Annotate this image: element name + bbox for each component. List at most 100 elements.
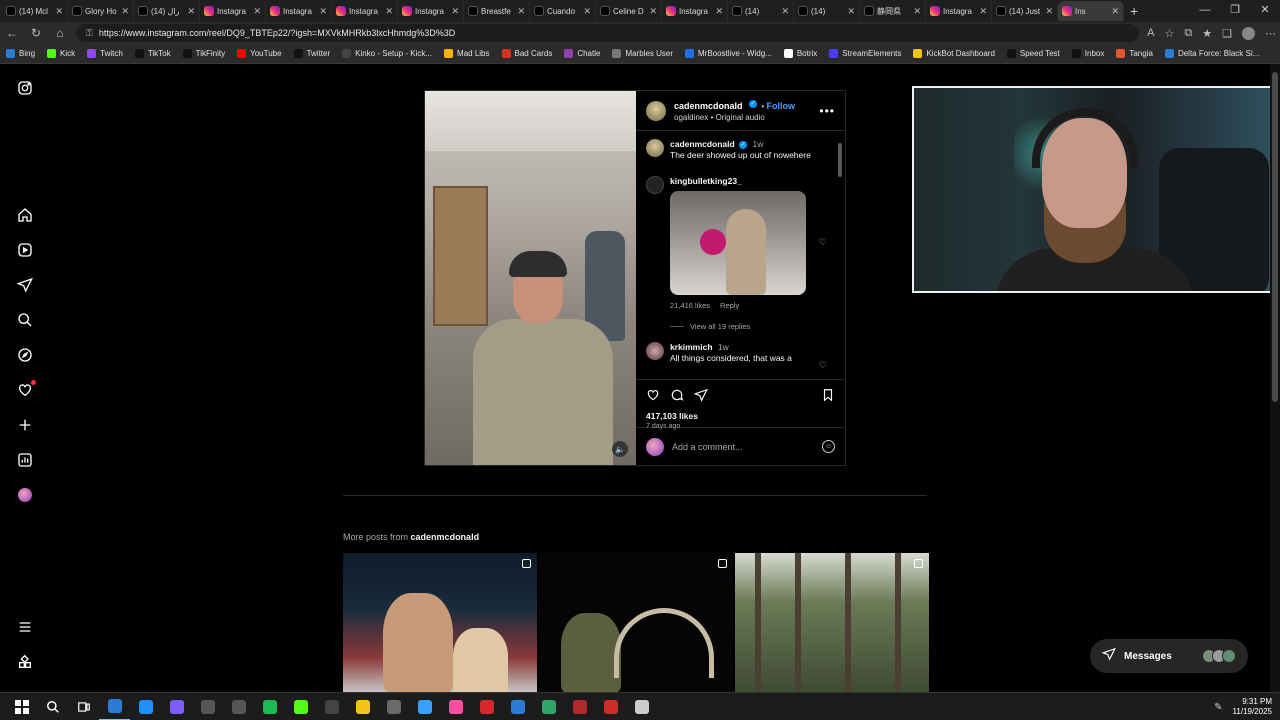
browser-tab[interactable]: 静岡県 ✕ (860, 1, 926, 21)
taskbar-app-icon[interactable] (595, 693, 626, 720)
bookmark-item[interactable]: Marbles User (612, 49, 673, 58)
post-thumbnail[interactable] (735, 553, 929, 693)
browser-tab[interactable]: (14) رال ✕ (134, 1, 200, 21)
bookmark-item[interactable]: Twitter (293, 49, 330, 58)
home-icon[interactable]: ⌂ (52, 26, 68, 40)
reload-icon[interactable]: ↻ (28, 26, 44, 40)
back-arrow-icon[interactable]: ← (4, 26, 20, 40)
pen-icon[interactable]: ✎ (1214, 702, 1222, 713)
browser-tab[interactable]: (14) ✕ (728, 1, 794, 21)
caption-author[interactable]: cadenmcdonald (670, 139, 735, 149)
taskbar-app-icon[interactable] (347, 693, 378, 720)
bookmark-item[interactable]: Mad Libs (444, 49, 490, 58)
browser-tab[interactable]: Instagra ✕ (266, 1, 332, 21)
close-tab-icon[interactable]: ✕ (1045, 6, 1053, 17)
taskbar-app-icon[interactable] (440, 693, 471, 720)
browser-tab[interactable]: Instagra ✕ (200, 1, 266, 21)
close-tab-icon[interactable]: ✕ (913, 6, 921, 17)
follow-button[interactable]: Follow (766, 101, 795, 111)
comment-reply-button[interactable]: Reply (720, 301, 739, 310)
browser-tab[interactable]: Breastfe ✕ (464, 1, 530, 21)
commenter-avatar[interactable] (646, 176, 664, 194)
messages-button[interactable]: Messages (1090, 639, 1248, 673)
page-scrollbar[interactable] (1270, 64, 1280, 692)
browser-tab[interactable]: Celine D ✕ (596, 1, 662, 21)
bookmark-item[interactable]: Botrix (783, 49, 817, 58)
taskbar-app-icon[interactable] (254, 693, 285, 720)
comment-bubble-icon[interactable] (670, 388, 684, 407)
close-tab-icon[interactable]: ✕ (253, 6, 261, 17)
close-tab-icon[interactable]: ✕ (781, 6, 789, 17)
bookmark-item[interactable]: Bing (6, 49, 35, 58)
comments-scrollbar[interactable] (838, 135, 843, 365)
close-tab-icon[interactable]: ✕ (583, 6, 591, 17)
close-tab-icon[interactable]: ✕ (121, 6, 129, 17)
bookmark-item[interactable]: TikFinity (182, 49, 225, 58)
bookmark-item[interactable]: Speed Test (1006, 49, 1060, 58)
browser-tab[interactable]: Instagra ✕ (398, 1, 464, 21)
reel-video[interactable]: 🔈 (425, 91, 636, 465)
browser-tab[interactable]: Cuando ✕ (530, 1, 596, 21)
browser-tab[interactable]: Instagra ✕ (662, 1, 728, 21)
bookmark-item[interactable]: Chatle (564, 49, 600, 58)
bookmark-item[interactable]: YouTube (237, 49, 282, 58)
new-tab-button[interactable]: + (1130, 3, 1138, 19)
taskbar-app-icon[interactable] (99, 693, 130, 720)
bookmark-item[interactable]: TikTok (134, 49, 171, 58)
caption-author-avatar[interactable] (646, 139, 664, 157)
page-scrollbar-thumb[interactable] (1272, 72, 1278, 402)
close-tab-icon[interactable]: ✕ (55, 6, 63, 17)
view-replies-button[interactable]: View all 19 replies (670, 322, 750, 331)
taskbar-app-icon[interactable] (533, 693, 564, 720)
minimize-button[interactable]: — (1190, 0, 1220, 22)
post-thumbnail[interactable] (539, 553, 733, 693)
notifications-heart-icon[interactable] (16, 380, 36, 399)
bookmark-item[interactable]: StreamElements (829, 49, 901, 58)
taskbar-app-icon[interactable] (471, 693, 502, 720)
taskbar-app-icon[interactable] (316, 693, 347, 720)
browser-tab[interactable]: Instagra ✕ (926, 1, 992, 21)
like-count[interactable]: 417,103 likes (646, 411, 835, 421)
comment-author[interactable]: krkimmich (670, 342, 713, 352)
browser-tab[interactable]: Instagra ✕ (332, 1, 398, 21)
bookmark-item[interactable]: Delta Force: Black Si... (1164, 49, 1259, 58)
save-bookmark-icon[interactable] (821, 388, 835, 407)
home-icon[interactable] (16, 206, 34, 224)
favorite-star-icon[interactable]: ☆ (1165, 27, 1175, 40)
close-window-button[interactable]: ✕ (1250, 0, 1280, 22)
favorites-icon[interactable]: ★ (1202, 27, 1212, 40)
bookmark-item[interactable]: Tangia (1116, 49, 1153, 58)
close-tab-icon[interactable]: ✕ (517, 6, 525, 17)
maximize-button[interactable]: ❐ (1220, 0, 1250, 22)
close-tab-icon[interactable]: ✕ (649, 6, 657, 17)
taskbar-app-icon[interactable] (192, 693, 223, 720)
close-tab-icon[interactable]: ✕ (979, 6, 987, 17)
bookmark-item[interactable]: MrBoostlive - Widg... (685, 49, 772, 58)
task-view-icon[interactable] (68, 693, 99, 720)
browser-tab[interactable]: Ins ✕ (1058, 1, 1124, 21)
close-tab-icon[interactable]: ✕ (847, 6, 855, 17)
bookmark-item[interactable]: Bad Cards (501, 49, 552, 58)
original-audio-link[interactable]: ogaldinex • Original audio (674, 112, 811, 123)
more-menu-icon[interactable] (16, 618, 34, 636)
comment-input[interactable] (672, 441, 814, 452)
more-posts-author[interactable]: cadenmcdonald (411, 532, 480, 542)
reels-icon[interactable] (16, 241, 34, 259)
taskbar-search-icon[interactable] (37, 693, 68, 720)
comment-author[interactable]: kingbulletking23_ (670, 176, 742, 186)
like-heart-icon[interactable] (646, 388, 660, 407)
emoji-picker-icon[interactable]: ☺ (822, 440, 835, 453)
close-tab-icon[interactable]: ✕ (1111, 6, 1119, 17)
browser-tab[interactable]: (14) Just ✕ (992, 1, 1058, 21)
commenter-avatar[interactable] (646, 342, 664, 360)
taskbar-app-icon[interactable] (626, 693, 657, 720)
instagram-logo-icon[interactable] (16, 79, 34, 97)
explore-compass-icon[interactable] (16, 346, 34, 364)
bookmark-item[interactable]: Inbox (1071, 49, 1104, 58)
close-tab-icon[interactable]: ✕ (187, 6, 195, 17)
comment-like-heart-icon[interactable]: ♡ (819, 237, 827, 248)
read-aloud-icon[interactable]: A (1147, 27, 1154, 39)
comment-like-heart-icon[interactable]: ♡ (819, 360, 827, 371)
profile-avatar[interactable] (1242, 26, 1255, 40)
post-thumbnail[interactable] (343, 553, 537, 693)
